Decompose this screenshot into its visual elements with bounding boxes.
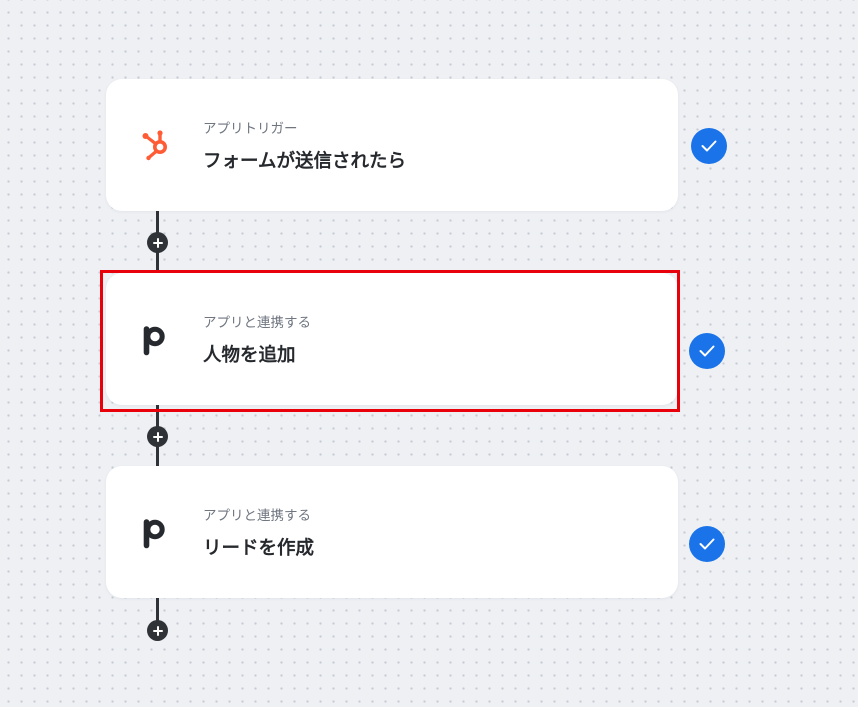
plus-icon [152,431,163,442]
hubspot-icon [136,125,176,165]
check-icon [699,345,715,357]
flow-step-create-lead-card[interactable]: アプリと連携する リードを作成 [106,466,678,598]
step-title: フォームが送信されたら [203,151,406,172]
step-title: リードを作成 [203,538,315,559]
add-step-button[interactable] [147,620,168,641]
step-complete-badge [691,128,727,164]
check-icon [701,140,717,152]
add-step-button[interactable] [147,232,168,253]
step-type-label: アプリトリガー [203,121,298,137]
flow-canvas: アプリトリガー フォームが送信されたら アプリと連携する 人物を追加 アプリと連… [0,0,858,707]
plus-icon [152,237,163,248]
pipedrive-icon [136,512,176,552]
step-complete-badge [689,333,725,369]
pipedrive-icon [136,319,176,359]
add-step-button[interactable] [147,426,168,447]
check-icon [699,538,715,550]
step-title: 人物を追加 [203,345,296,366]
flow-step-add-person-card[interactable]: アプリと連携する 人物を追加 [106,273,678,405]
step-complete-badge [689,526,725,562]
step-type-label: アプリと連携する [203,508,311,524]
plus-icon [152,625,163,636]
flow-step-trigger-card[interactable]: アプリトリガー フォームが送信されたら [106,79,678,211]
step-type-label: アプリと連携する [203,315,311,331]
